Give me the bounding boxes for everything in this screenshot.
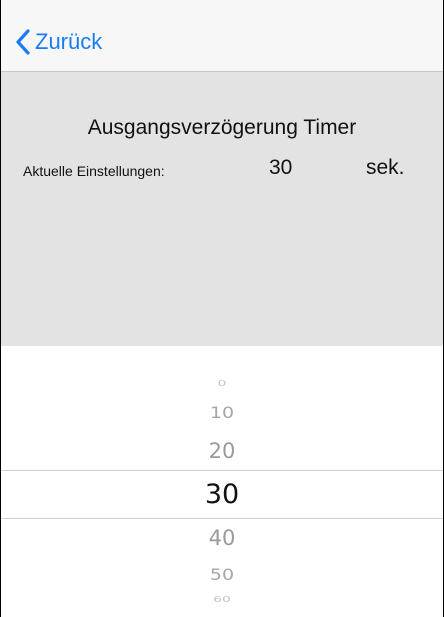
- picker-option[interactable]: 50: [1, 566, 443, 585]
- back-button[interactable]: Zurück: [15, 28, 102, 56]
- unit-label: sek.: [366, 156, 405, 179]
- navigation-bar: Zurück: [1, 0, 443, 72]
- screen: Zurück Ausgangsverzögerung Timer Aktuell…: [0, 0, 444, 617]
- picker-option[interactable]: 40: [1, 526, 443, 550]
- picker-option[interactable]: 60: [1, 596, 443, 605]
- settings-panel: Ausgangsverzögerung Timer Aktuelle Einst…: [1, 72, 443, 346]
- picker-option[interactable]: 20: [1, 439, 443, 463]
- back-button-label: Zurück: [35, 29, 103, 54]
- current-settings-label: Aktuelle Einstellungen:: [23, 163, 165, 179]
- selection-top-line: [1, 470, 443, 471]
- value-picker[interactable]: 0 10 20 30 40 50 60: [1, 346, 443, 617]
- chevron-left-icon: [16, 29, 30, 55]
- picker-option[interactable]: 0: [1, 380, 443, 389]
- selection-bottom-line: [1, 518, 443, 519]
- current-value: 30: [269, 156, 293, 179]
- picker-option[interactable]: 10: [1, 404, 443, 423]
- page-title: Ausgangsverzögerung Timer: [87, 116, 357, 139]
- picker-option-selected[interactable]: 30: [1, 479, 443, 510]
